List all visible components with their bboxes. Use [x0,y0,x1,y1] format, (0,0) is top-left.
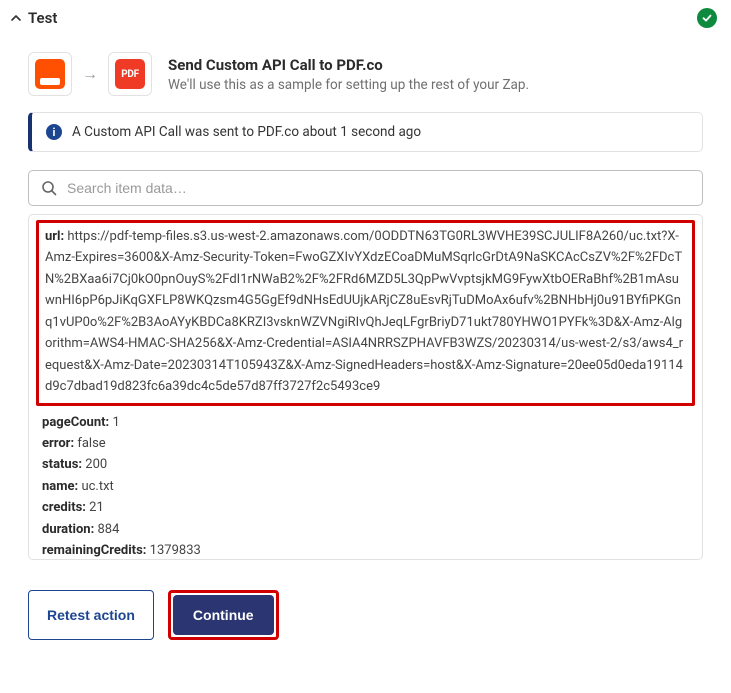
step-row: → PDF Send Custom API Call to PDF.co We'… [28,34,703,112]
content-area: → PDF Send Custom API Call to PDF.co We'… [0,34,731,658]
result-duration: duration: 884 [36,519,695,540]
source-app-icon [35,59,65,89]
arrow-right-icon: → [82,64,98,84]
step-subtitle: We'll use this as a sample for setting u… [168,77,529,93]
search-box[interactable] [28,170,703,206]
step-title: Send Custom API Call to PDF.co [168,55,529,75]
search-input[interactable] [67,180,690,196]
result-name: name: uc.txt [36,476,695,497]
success-icon [697,8,717,28]
result-url: url: https://pdf-temp-files.s3.us-west-2… [45,226,686,398]
result-area: url: https://pdf-temp-files.s3.us-west-2… [28,214,703,560]
continue-highlight: Continue [168,590,279,640]
app-source-box [28,52,72,96]
url-key: url: [45,229,64,244]
result-remaining-credits: remainingCredits: 1379833 [36,540,695,559]
chevron-up-icon [10,12,22,24]
info-icon: i [46,124,62,140]
result-error: error: false [36,433,695,454]
url-highlight-block: url: https://pdf-temp-files.s3.us-west-2… [36,220,695,406]
search-icon [41,180,57,196]
result-status: status: 200 [36,454,695,475]
result-credits: credits: 21 [36,497,695,518]
info-banner-text: A Custom API Call was sent to PDF.co abo… [72,124,421,140]
section-header[interactable]: Test [0,0,731,34]
retest-button[interactable]: Retest action [28,590,154,640]
result-scroll[interactable]: url: https://pdf-temp-files.s3.us-west-2… [29,215,702,559]
header-left: Test [10,9,57,27]
pdf-app-icon: PDF [115,59,145,89]
continue-button[interactable]: Continue [173,595,274,635]
button-row: Retest action Continue [28,560,703,640]
section-title: Test [28,9,57,27]
info-banner: i A Custom API Call was sent to PDF.co a… [28,112,703,152]
result-pagecount: pageCount: 1 [36,412,695,433]
url-value: https://pdf-temp-files.s3.us-west-2.amaz… [45,229,683,394]
app-target-box: PDF [108,52,152,96]
step-text: Send Custom API Call to PDF.co We'll use… [162,55,529,92]
